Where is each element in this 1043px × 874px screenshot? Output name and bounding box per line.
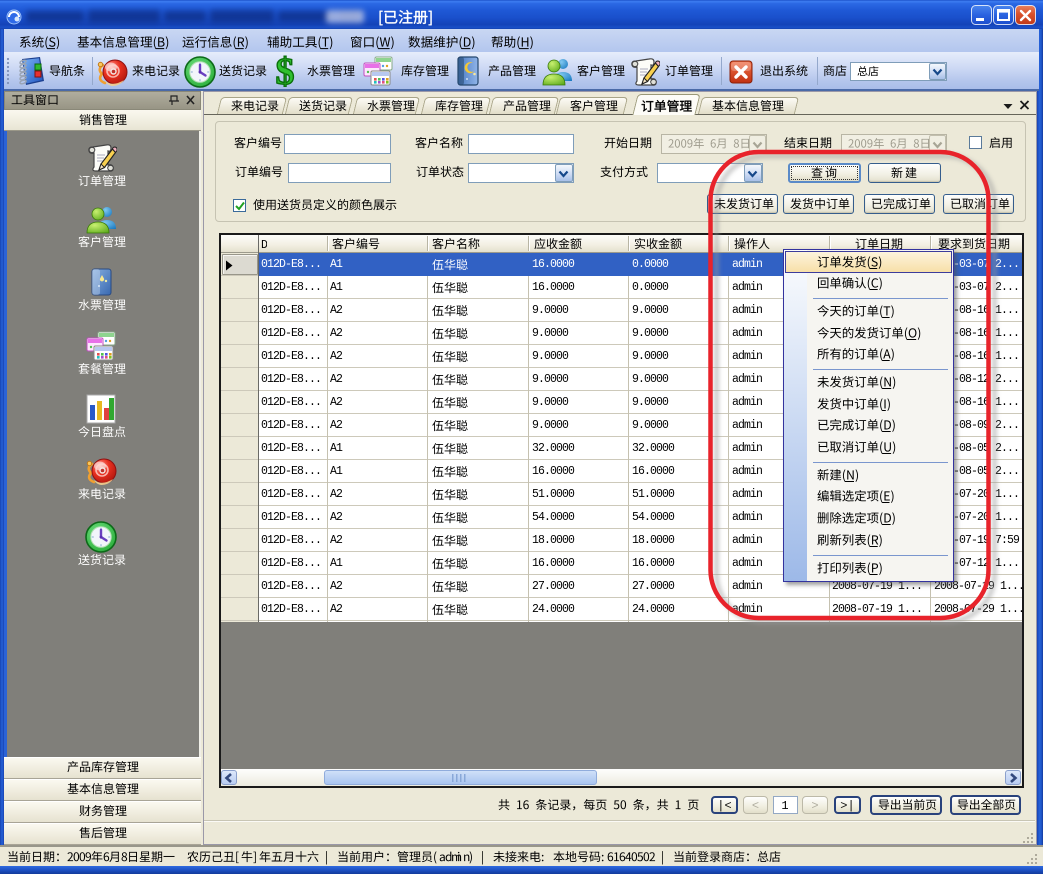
svg-text:$: $	[276, 55, 295, 87]
